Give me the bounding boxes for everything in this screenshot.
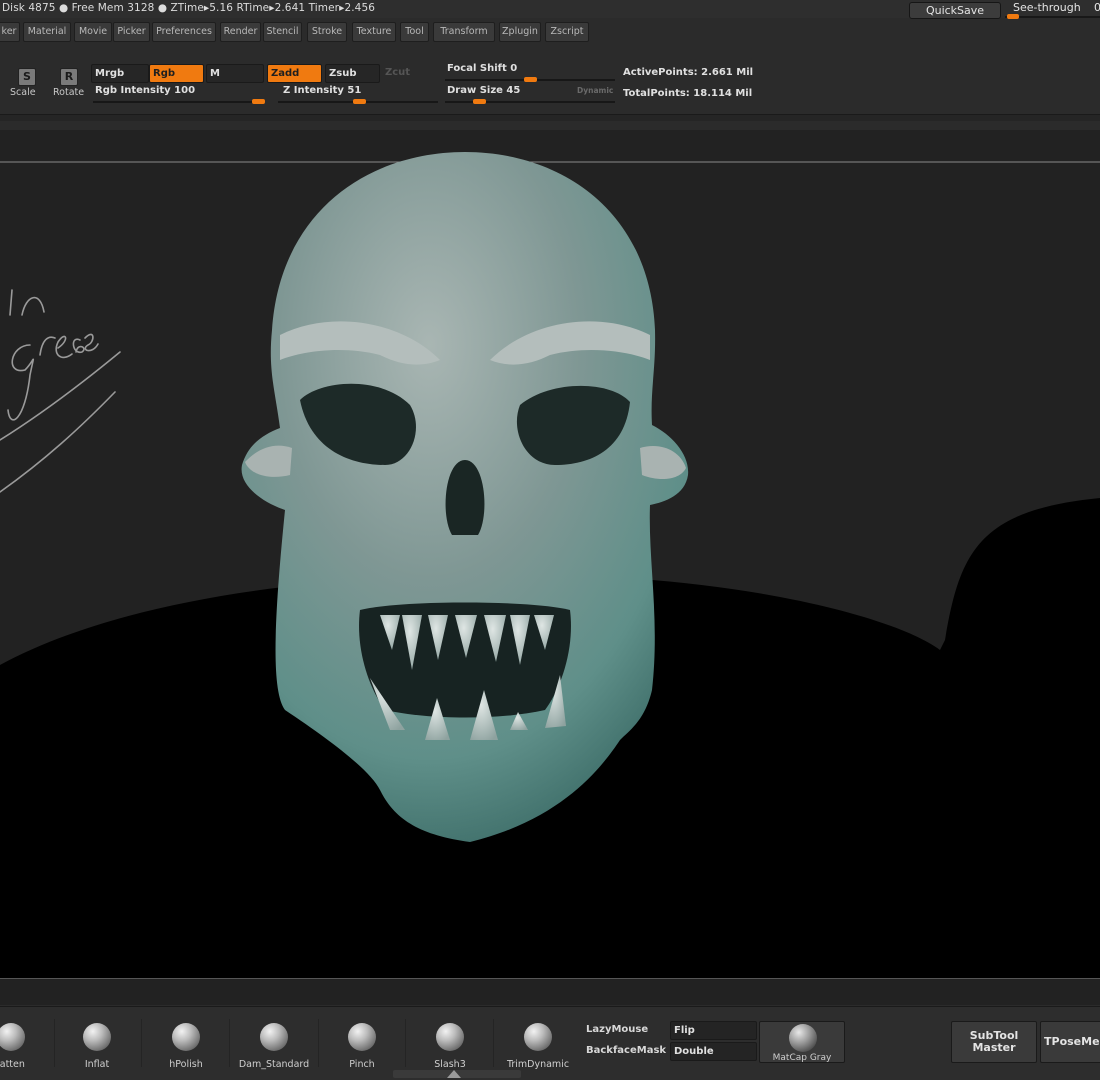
menu-preferences[interactable]: Preferences [152,22,216,42]
brush-inflat[interactable]: Inflat [68,1015,126,1071]
matcap-sphere-icon [789,1024,817,1052]
menu-stroke[interactable]: Stroke [307,22,347,42]
menu-movie[interactable]: Movie [74,22,112,42]
subtool-master-line2: Master [972,1041,1016,1054]
menu-transform[interactable]: Transform [433,22,495,42]
zadd-button[interactable]: Zadd [267,64,322,83]
document-canvas[interactable] [0,130,1100,1005]
brush-flatten-label: latten [0,1059,25,1070]
draw-size-label: Draw Size 45 [447,85,521,96]
menu-zplugin[interactable]: Zplugin [499,22,541,42]
active-points-readout: ActivePoints: 2.661 Mil [623,67,754,78]
rotate-label: Rotate [53,87,85,98]
brush-dam-standard[interactable]: Dam_Standard [234,1015,314,1071]
brush-toolbar: S Scale R Rotate Mrgb Rgb M Zadd Zsub Zc… [0,58,1100,114]
brush-pinch[interactable]: Pinch [332,1015,392,1071]
shelf-separator [493,1019,494,1067]
rgb-button[interactable]: Rgb [149,64,204,83]
tposemesh-button[interactable]: TPoseMesh [1040,1021,1100,1063]
memory-status-text: Disk 4875 ● Free Mem 3128 ● ZTime▸5.16 R… [2,2,376,14]
shelf-separator [141,1019,142,1067]
shelf-separator [318,1019,319,1067]
rgb-intensity-label: Rgb Intensity 100 [95,85,196,96]
rgb-intensity-slider[interactable] [93,101,265,103]
handwritten-note [0,289,121,493]
brush-inflat-icon [83,1023,111,1051]
brush-pinch-label: Pinch [349,1059,375,1070]
matcap-label: MatCap Gray [772,1053,832,1063]
total-points-readout: TotalPoints: 18.114 Mil [623,88,753,99]
brush-dam-standard-icon [260,1023,288,1051]
subtool-master-button[interactable]: SubTool Master [951,1021,1037,1063]
draw-size-slider[interactable] [445,101,615,103]
lazymouse-label: LazyMouse [586,1024,649,1035]
menu-stencil[interactable]: Stencil [263,22,302,42]
draw-size-knob[interactable] [473,99,487,104]
brush-slash3[interactable]: Slash3 [420,1015,480,1071]
brush-slash3-icon [436,1023,464,1051]
brush-trimdynamic-label: TrimDynamic [506,1059,570,1070]
status-bar: Disk 4875 ● Free Mem 3128 ● ZTime▸5.16 R… [0,0,1100,19]
brush-trimdynamic[interactable]: TrimDynamic [504,1015,572,1071]
m-button[interactable]: M [206,64,264,83]
zsub-button[interactable]: Zsub [325,64,380,83]
menu-material[interactable]: Material [23,22,71,42]
brush-dam-standard-label: Dam_Standard [238,1059,310,1070]
brush-hpolish[interactable]: hPolish [154,1015,218,1071]
matcap-material-button[interactable]: MatCap Gray [759,1021,845,1063]
menu-tool[interactable]: Tool [400,22,429,42]
focal-shift-label: Focal Shift 0 [447,63,518,74]
shelf-separator [229,1019,230,1067]
chevron-up-icon[interactable] [447,1070,461,1078]
z-intensity-label: Z Intensity 51 [283,85,362,96]
brush-flatten[interactable]: latten [0,1015,40,1071]
scale-icon[interactable]: S [18,68,36,86]
dynamic-toggle[interactable]: Dynamic [577,86,613,95]
menu-picker[interactable]: Picker [113,22,150,42]
see-through-slider[interactable] [1005,16,1100,18]
brush-pinch-icon [348,1023,376,1051]
double-button[interactable]: Double [670,1042,757,1061]
backfacemask-label: BackfaceMask [586,1045,667,1056]
quicksave-button[interactable]: QuickSave [909,2,1001,19]
brush-flatten-icon [0,1023,25,1051]
menu-marker[interactable]: ker [0,22,20,42]
focal-shift-knob[interactable] [523,77,537,82]
main-menu-bar: ker Material Movie Picker Preferences Re… [0,22,1100,44]
shelf-separator [54,1019,55,1067]
shelf-separator [405,1019,406,1067]
brush-hpolish-label: hPolish [169,1059,203,1070]
menu-texture[interactable]: Texture [352,22,396,42]
brush-slash3-label: Slash3 [434,1059,466,1070]
rotate-icon[interactable]: R [60,68,78,86]
scale-label: Scale [10,87,36,98]
mrgb-button[interactable]: Mrgb [91,64,149,83]
toolbar-divider [0,114,1100,121]
zcut-button[interactable]: Zcut [382,64,434,83]
z-intensity-knob[interactable] [352,99,366,104]
sculpt-viewport [0,152,1100,979]
menu-render[interactable]: Render [220,22,261,42]
see-through-slider-knob[interactable] [1007,14,1019,19]
rgb-intensity-knob[interactable] [252,99,265,104]
brush-hpolish-icon [172,1023,200,1051]
see-through-value: 0 [1094,1,1100,14]
see-through-label: See-through [1013,1,1081,14]
menu-zscript[interactable]: Zscript [545,22,589,42]
flip-button[interactable]: Flip [670,1021,757,1040]
brush-inflat-label: Inflat [84,1059,110,1070]
bottom-brush-shelf: latten Inflat hPolish Dam_Standard Pinch… [0,1006,1100,1080]
brush-trimdynamic-icon [524,1023,552,1051]
